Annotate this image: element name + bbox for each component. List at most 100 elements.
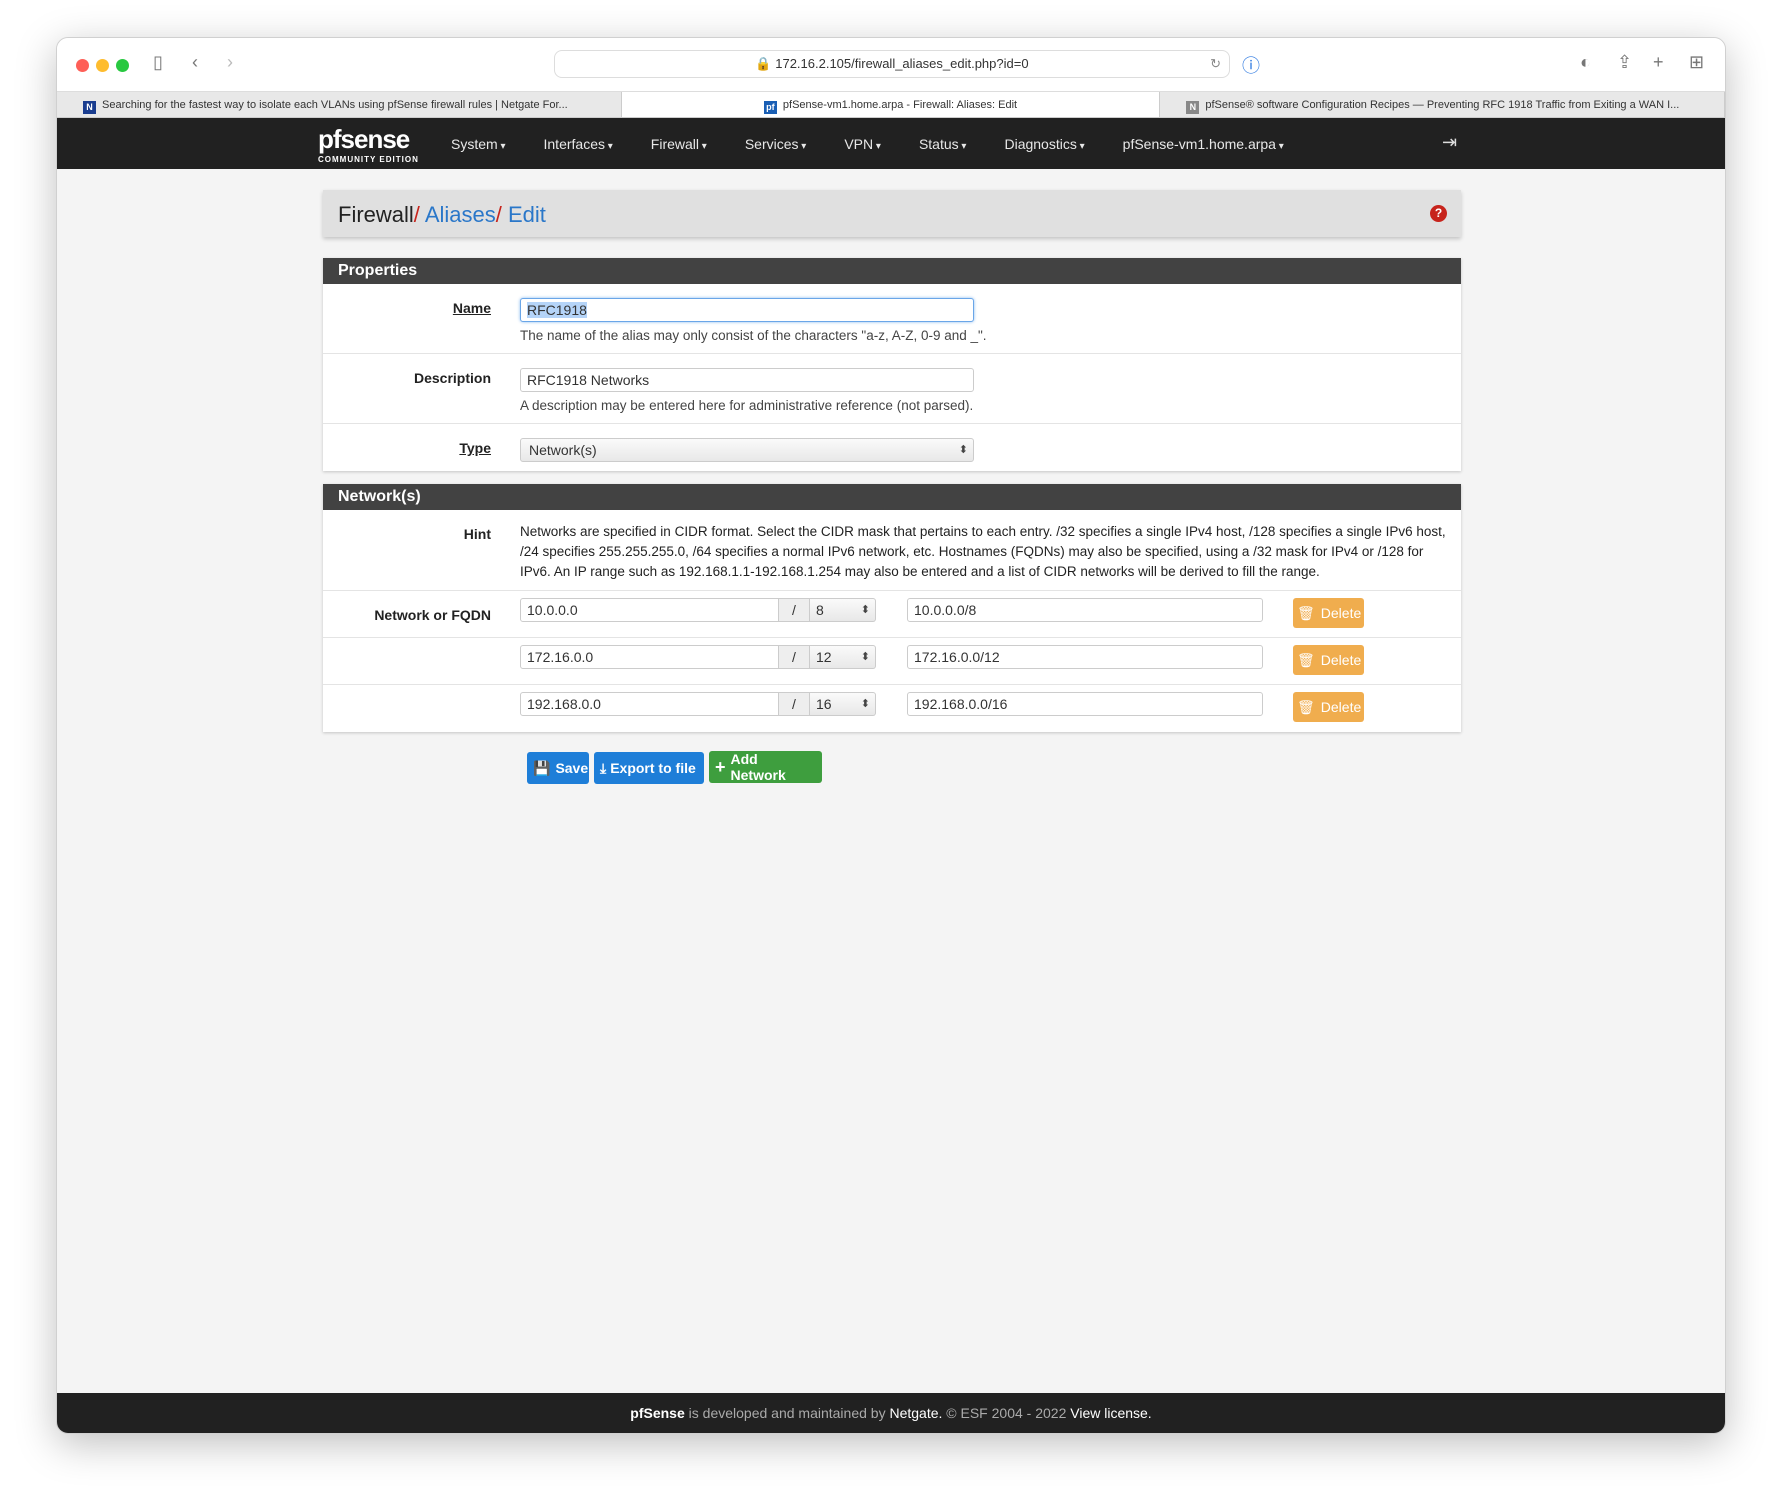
top-navbar: pfsenseCOMMUNITY EDITION System Interfac… [57, 118, 1725, 169]
tab-title: pfSense-vm1.home.arpa - Firewall: Aliase… [782, 99, 1018, 111]
zoom-window-button[interactable] [116, 59, 129, 72]
close-window-button[interactable] [76, 59, 89, 72]
share-icon[interactable]: ⇪ [1617, 52, 1632, 73]
tab-netgate-forum[interactable]: N Searching for the fastest way to isolat… [57, 92, 622, 117]
tab-overview-icon[interactable]: ⊞ [1689, 52, 1704, 73]
nav-interfaces[interactable]: Interfaces [544, 136, 613, 152]
url-text: 172.16.2.105/firewall_aliases_edit.php?i… [775, 56, 1029, 71]
breadcrumb-aliases-link[interactable]: Aliases [425, 202, 496, 227]
name-value: RFC1918 [527, 302, 587, 318]
trash-icon: 🗑 [1297, 604, 1315, 621]
network-label [323, 638, 491, 684]
nav-system[interactable]: System [451, 136, 506, 152]
forward-icon[interactable]: › [227, 52, 233, 73]
tab-config-recipes[interactable]: NpfSense® software Configuration Recipes… [1160, 92, 1725, 117]
trash-icon: 🗑 [1297, 698, 1315, 715]
browser-toolbar: ▯ ‹ › 🔒 172.16.2.105/firewall_aliases_ed… [57, 38, 1725, 92]
pfsense-favicon-icon: pf [763, 101, 777, 114]
add-network-label: Add Network [730, 751, 786, 783]
breadcrumb-separator: / [495, 202, 502, 227]
network-description-input[interactable]: 192.168.0.0/16 [907, 692, 1263, 716]
nav-hostname[interactable]: pfSense-vm1.home.arpa [1123, 136, 1284, 152]
network-input[interactable]: 172.16.0.0 [520, 645, 779, 669]
network-row: Network or FQDN 10.0.0.0 / 8 10.0.0.0/8 … [323, 591, 1461, 638]
minimize-window-button[interactable] [96, 59, 109, 72]
delete-button[interactable]: 🗑 Delete [1293, 645, 1364, 675]
nav-firewall[interactable]: Firewall [651, 136, 707, 152]
footer-text: is developed and maintained by [684, 1405, 890, 1421]
network-row: 192.168.0.0 / 16 192.168.0.0/16 🗑 Delete [323, 685, 1461, 732]
nav-status[interactable]: Status [919, 136, 967, 152]
type-select[interactable]: Network(s) [520, 438, 974, 462]
properties-header: Properties [323, 258, 1461, 284]
download-icon: ⤓ [600, 759, 607, 776]
reload-icon[interactable]: ↻ [1210, 51, 1221, 77]
netgate-favicon-icon: N [83, 101, 96, 114]
nav-vpn[interactable]: VPN [844, 136, 881, 152]
add-network-button[interactable]: + Add Network [709, 751, 822, 783]
network-input[interactable]: 192.168.0.0 [520, 692, 779, 716]
cidr-mask-select[interactable]: 16 [810, 692, 876, 716]
tab-bar: N Searching for the fastest way to isolat… [57, 92, 1725, 118]
description-help: A description may be entered here for ad… [520, 398, 974, 413]
breadcrumb-firewall: Firewall [338, 202, 414, 227]
cidr-mask-select[interactable]: 8 [810, 598, 876, 622]
view-license-link[interactable]: View license. [1070, 1405, 1151, 1421]
description-input[interactable]: RFC1918 Networks [520, 368, 974, 392]
network-input[interactable]: 10.0.0.0 [520, 598, 779, 622]
sidebar-icon[interactable]: ▯ [153, 52, 163, 73]
delete-button[interactable]: 🗑 Delete [1293, 598, 1364, 628]
nav-diagnostics[interactable]: Diagnostics [1004, 136, 1084, 152]
properties-panel: Properties Name RFC1918 The name of the … [323, 258, 1461, 471]
browser-window: ▯ ‹ › 🔒 172.16.2.105/firewall_aliases_ed… [56, 37, 1726, 1434]
nav-services[interactable]: Services [745, 136, 807, 152]
help-icon[interactable]: ? [1430, 205, 1447, 222]
type-label: Type [459, 440, 491, 456]
breadcrumb-separator: / [413, 202, 420, 227]
tab-title: Searching for the fastest way to isolate… [102, 99, 568, 111]
new-tab-icon[interactable]: + [1653, 52, 1664, 73]
cidr-slash: / [779, 645, 810, 669]
plus-icon: + [715, 756, 726, 777]
name-label: Name [452, 300, 491, 316]
network-description-input[interactable]: 172.16.0.0/12 [907, 645, 1263, 669]
delete-button[interactable]: 🗑 Delete [1293, 692, 1364, 722]
docs-favicon-icon: N [1186, 101, 1200, 114]
export-button[interactable]: ⤓ Export to file [594, 752, 704, 784]
network-row: 172.16.0.0 / 12 172.16.0.0/12 🗑 Delete [323, 638, 1461, 685]
back-icon[interactable]: ‹ [192, 52, 198, 73]
tab-pfsense-aliases[interactable]: pf pfSense-vm1.home.arpa - Firewall: Alia… [621, 92, 1161, 117]
footer: pfSense is developed and maintained by N… [57, 1393, 1725, 1433]
cidr-mask-select[interactable]: 12 [810, 645, 876, 669]
logo-text: pfsense [318, 124, 410, 154]
logo-subtitle: COMMUNITY EDITION [318, 155, 419, 164]
logout-icon[interactable]: ⇥ [1442, 132, 1457, 153]
network-label: Network or FQDN [374, 607, 491, 623]
cidr-slash: / [779, 692, 810, 716]
shield-icon[interactable]: ◐ [1580, 52, 1591, 73]
description-label: Description [413, 370, 491, 386]
footer-brand: pfSense [630, 1405, 685, 1421]
breadcrumb-edit-link[interactable]: Edit [508, 202, 546, 227]
pfsense-logo[interactable]: pfsense COMMUNITY EDITION [318, 124, 419, 164]
save-button[interactable]: 💾 Save [527, 752, 589, 784]
save-icon: 💾 [533, 759, 551, 776]
name-input[interactable]: RFC1918 [520, 298, 974, 322]
name-help: The name of the alias may only consist o… [520, 328, 987, 343]
address-bar[interactable]: 🔒 172.16.2.105/firewall_aliases_edit.php… [554, 50, 1230, 78]
delete-label: Delete [1320, 605, 1362, 621]
trash-icon: 🗑 [1297, 651, 1315, 668]
lock-icon: 🔒 [755, 56, 776, 71]
password-manager-icon[interactable]: ⓘ [1242, 52, 1260, 78]
hint-text: Networks are specified in CIDR format. S… [520, 524, 1446, 579]
network-description-input[interactable]: 10.0.0.0/8 [907, 598, 1263, 622]
export-label: Export to file [610, 760, 696, 776]
breadcrumb: Firewall/ Aliases/ Edit ? [323, 190, 1461, 237]
footer-copyright: © ESF 2004 - 2022 [942, 1405, 1071, 1421]
delete-label: Delete [1320, 699, 1362, 715]
networks-header: Network(s) [323, 484, 1461, 510]
netgate-link[interactable]: Netgate. [889, 1405, 942, 1421]
form-actions: 💾 Save ⤓ Export to file + Add Network [527, 751, 827, 784]
tab-title: pfSense® software Configuration Recipes … [1205, 99, 1680, 111]
cidr-slash: / [779, 598, 810, 622]
